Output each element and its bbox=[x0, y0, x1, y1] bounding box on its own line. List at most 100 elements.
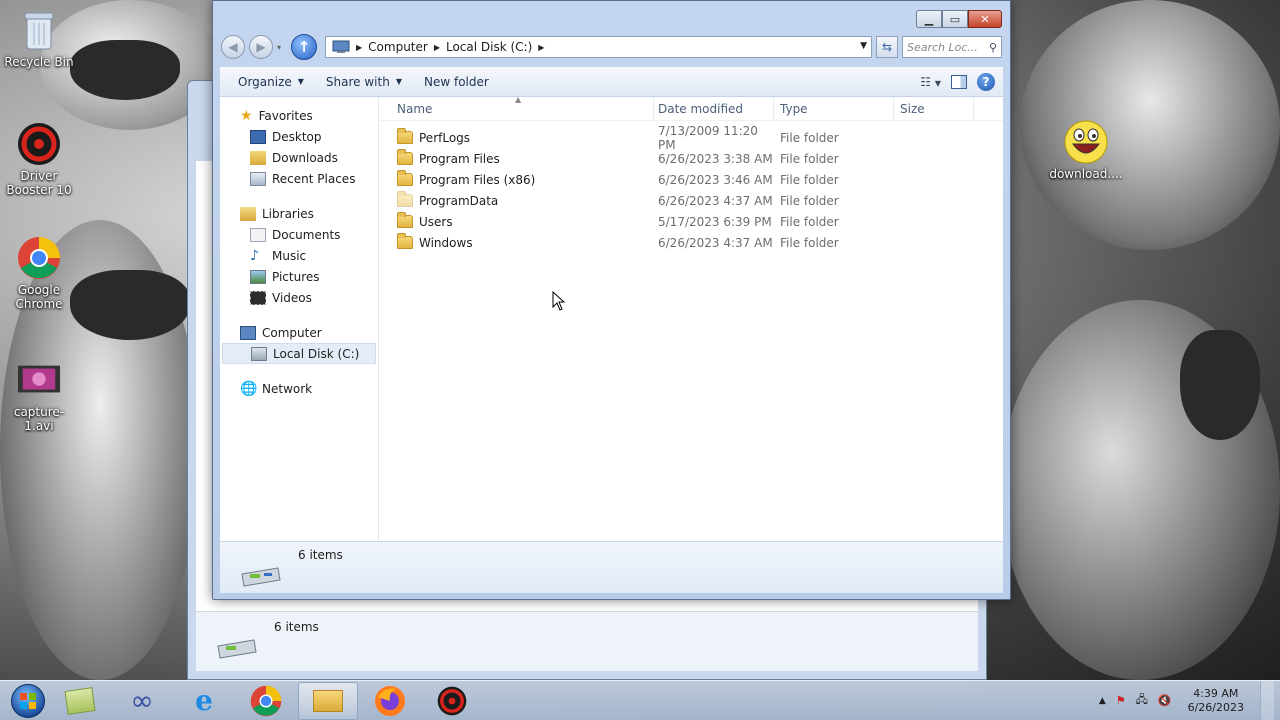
background-status-bar: 6 items bbox=[196, 611, 978, 671]
clock[interactable]: 4:39 AM 6/26/2023 bbox=[1182, 687, 1250, 715]
navigation-bar: ◀ ▶ ▾ ↑ ▶ Computer ▶ Local Disk (C:) ▶ ▼… bbox=[221, 33, 1002, 61]
file-row[interactable]: PerfLogs 7/13/2009 11:20 PM File folder bbox=[379, 124, 1003, 152]
nav-recent-places[interactable]: Recent Places bbox=[220, 168, 378, 189]
start-button[interactable] bbox=[8, 681, 48, 720]
desktop-icon-capture-avi[interactable]: capture-1.avi bbox=[0, 358, 78, 433]
wallpaper-shape bbox=[70, 40, 180, 100]
computer-icon bbox=[332, 40, 350, 53]
breadcrumb-local-disk[interactable]: Local Disk (C:) bbox=[446, 40, 532, 54]
desktop-icon-download[interactable]: download.... bbox=[1047, 120, 1125, 181]
address-bar[interactable]: ▶ Computer ▶ Local Disk (C:) ▶ ▼ bbox=[325, 36, 872, 58]
driver-booster-icon bbox=[437, 686, 467, 715]
forward-button[interactable]: ▶ bbox=[249, 35, 273, 59]
taskbar-sticky-notes[interactable] bbox=[50, 682, 110, 720]
folder-icon bbox=[397, 170, 413, 186]
navigation-pane: ★ Favorites Desktop Downloads Recent Plac… bbox=[220, 97, 379, 541]
desktop-icon-driver-booster[interactable]: Driver Booster 10 bbox=[0, 122, 78, 197]
address-dropdown-icon[interactable]: ▼ bbox=[860, 41, 867, 51]
show-hidden-icons-chevron-icon[interactable]: ▲ bbox=[1099, 696, 1106, 706]
desktop-icon-google-chrome[interactable]: Google Chrome bbox=[0, 236, 78, 311]
file-row[interactable]: Program Files (x86) 6/26/2023 3:46 AM File… bbox=[379, 169, 1003, 190]
wallpaper-shape bbox=[70, 270, 190, 340]
help-icon[interactable]: ? bbox=[977, 72, 995, 91]
chevron-down-icon: ▼ bbox=[297, 77, 304, 86]
search-input[interactable]: Search Loc... ⚲ bbox=[902, 36, 1002, 58]
drive-icon bbox=[251, 346, 267, 361]
windows-logo-icon bbox=[11, 683, 45, 718]
nav-libraries[interactable]: Libraries bbox=[220, 203, 378, 224]
network-icon: 🌐 bbox=[240, 380, 258, 397]
desktop-icon bbox=[250, 129, 266, 144]
recent-places-icon bbox=[250, 171, 266, 186]
wallpaper-shape bbox=[1180, 330, 1260, 440]
clock-date: 6/26/2023 bbox=[1187, 700, 1244, 714]
organize-button[interactable]: Organize ▼ bbox=[230, 71, 312, 93]
taskbar-driver-booster[interactable] bbox=[422, 682, 482, 720]
desktop-icon-recycle-bin[interactable]: Recycle Bin bbox=[0, 8, 78, 69]
column-headers: Name ▲ Date modified Type Size bbox=[379, 94, 1003, 121]
nav-music[interactable]: ♪ Music bbox=[220, 245, 378, 266]
view-options-icon[interactable]: ☷ ▼ bbox=[920, 75, 941, 89]
taskbar: ∞ e ▲ ⚑ 🖧 🔇 4:39 AM 6/26/2023 bbox=[0, 680, 1280, 720]
nav-documents[interactable]: Documents bbox=[220, 224, 378, 245]
chevron-right-icon[interactable]: ▶ bbox=[434, 43, 440, 52]
taskbar-infinity-app[interactable]: ∞ bbox=[112, 682, 172, 720]
search-placeholder: Search Loc... bbox=[907, 40, 978, 54]
file-row[interactable]: Program Files 6/26/2023 3:38 AM File folde… bbox=[379, 148, 1003, 169]
videos-icon bbox=[250, 290, 266, 305]
close-button[interactable]: ✕ bbox=[968, 10, 1002, 28]
folder-icon bbox=[397, 233, 413, 249]
column-size[interactable]: Size bbox=[894, 96, 974, 121]
taskbar-explorer[interactable] bbox=[298, 681, 358, 720]
preview-pane-icon[interactable] bbox=[951, 74, 967, 89]
star-icon: ★ bbox=[240, 107, 253, 124]
recent-pages-chevron-icon[interactable]: ▾ bbox=[277, 43, 281, 52]
desktop-icon-label: capture-1.avi bbox=[13, 405, 65, 433]
mouse-cursor-icon bbox=[552, 291, 566, 311]
taskbar-chrome[interactable] bbox=[236, 682, 296, 720]
chrome-icon bbox=[250, 685, 282, 716]
up-button[interactable]: ↑ bbox=[291, 34, 318, 60]
file-row[interactable]: ProgramData 6/26/2023 4:37 AM File folder bbox=[379, 190, 1003, 211]
desktop-icon-label: download.... bbox=[1049, 167, 1123, 181]
show-desktop-button[interactable] bbox=[1260, 680, 1274, 720]
nav-local-disk[interactable]: Local Disk (C:) bbox=[222, 343, 376, 364]
breadcrumb-computer[interactable]: Computer bbox=[368, 40, 428, 54]
chevron-right-icon[interactable]: ▶ bbox=[538, 43, 544, 52]
maximize-button[interactable]: ▭ bbox=[942, 10, 968, 28]
nav-computer[interactable]: Computer bbox=[220, 322, 378, 343]
nav-videos[interactable]: Videos bbox=[220, 287, 378, 308]
music-icon: ♪ bbox=[250, 247, 259, 264]
taskbar-firefox[interactable] bbox=[360, 682, 420, 720]
nav-downloads[interactable]: Downloads bbox=[220, 147, 378, 168]
file-row[interactable]: Users 5/17/2023 6:39 PM File folder bbox=[379, 211, 1003, 232]
downloads-icon bbox=[250, 150, 266, 165]
documents-icon bbox=[250, 227, 266, 242]
chevron-right-icon[interactable]: ▶ bbox=[356, 43, 362, 52]
share-with-button[interactable]: Share with ▼ bbox=[318, 71, 410, 93]
minimize-button[interactable]: ▁ bbox=[916, 10, 942, 28]
file-row[interactable]: Windows 6/26/2023 4:37 AM File folder bbox=[379, 232, 1003, 253]
libraries-icon bbox=[240, 206, 256, 221]
nav-pictures[interactable]: Pictures bbox=[220, 266, 378, 287]
search-icon: ⚲ bbox=[988, 40, 997, 54]
column-date-modified[interactable]: Date modified bbox=[654, 96, 774, 121]
explorer-window[interactable]: ▁ ▭ ✕ ◀ ▶ ▾ ↑ ▶ Computer ▶ Local Disk (C… bbox=[212, 0, 1011, 600]
clock-time: 4:39 AM bbox=[1193, 686, 1239, 700]
new-folder-button[interactable]: New folder bbox=[416, 71, 497, 93]
action-center-icon[interactable]: ⚑ bbox=[1116, 694, 1126, 707]
column-name[interactable]: Name ▲ bbox=[379, 94, 654, 121]
nav-network[interactable]: 🌐 Network bbox=[220, 378, 378, 399]
network-status-icon[interactable]: 🖧 bbox=[1136, 691, 1148, 710]
nav-favorites[interactable]: ★ Favorites bbox=[220, 105, 378, 126]
volume-muted-icon[interactable]: 🔇 bbox=[1158, 694, 1172, 707]
taskbar-internet-explorer[interactable]: e bbox=[174, 682, 234, 720]
desktop-icon-label: Recycle Bin bbox=[4, 55, 74, 69]
back-button[interactable]: ◀ bbox=[221, 35, 245, 59]
refresh-button[interactable]: ⇆ bbox=[876, 36, 898, 58]
sort-ascending-icon: ▲ bbox=[515, 94, 522, 104]
nav-desktop[interactable]: Desktop bbox=[220, 126, 378, 147]
folder-icon bbox=[397, 149, 413, 165]
column-type[interactable]: Type bbox=[774, 96, 894, 121]
folder-icon bbox=[397, 212, 413, 228]
